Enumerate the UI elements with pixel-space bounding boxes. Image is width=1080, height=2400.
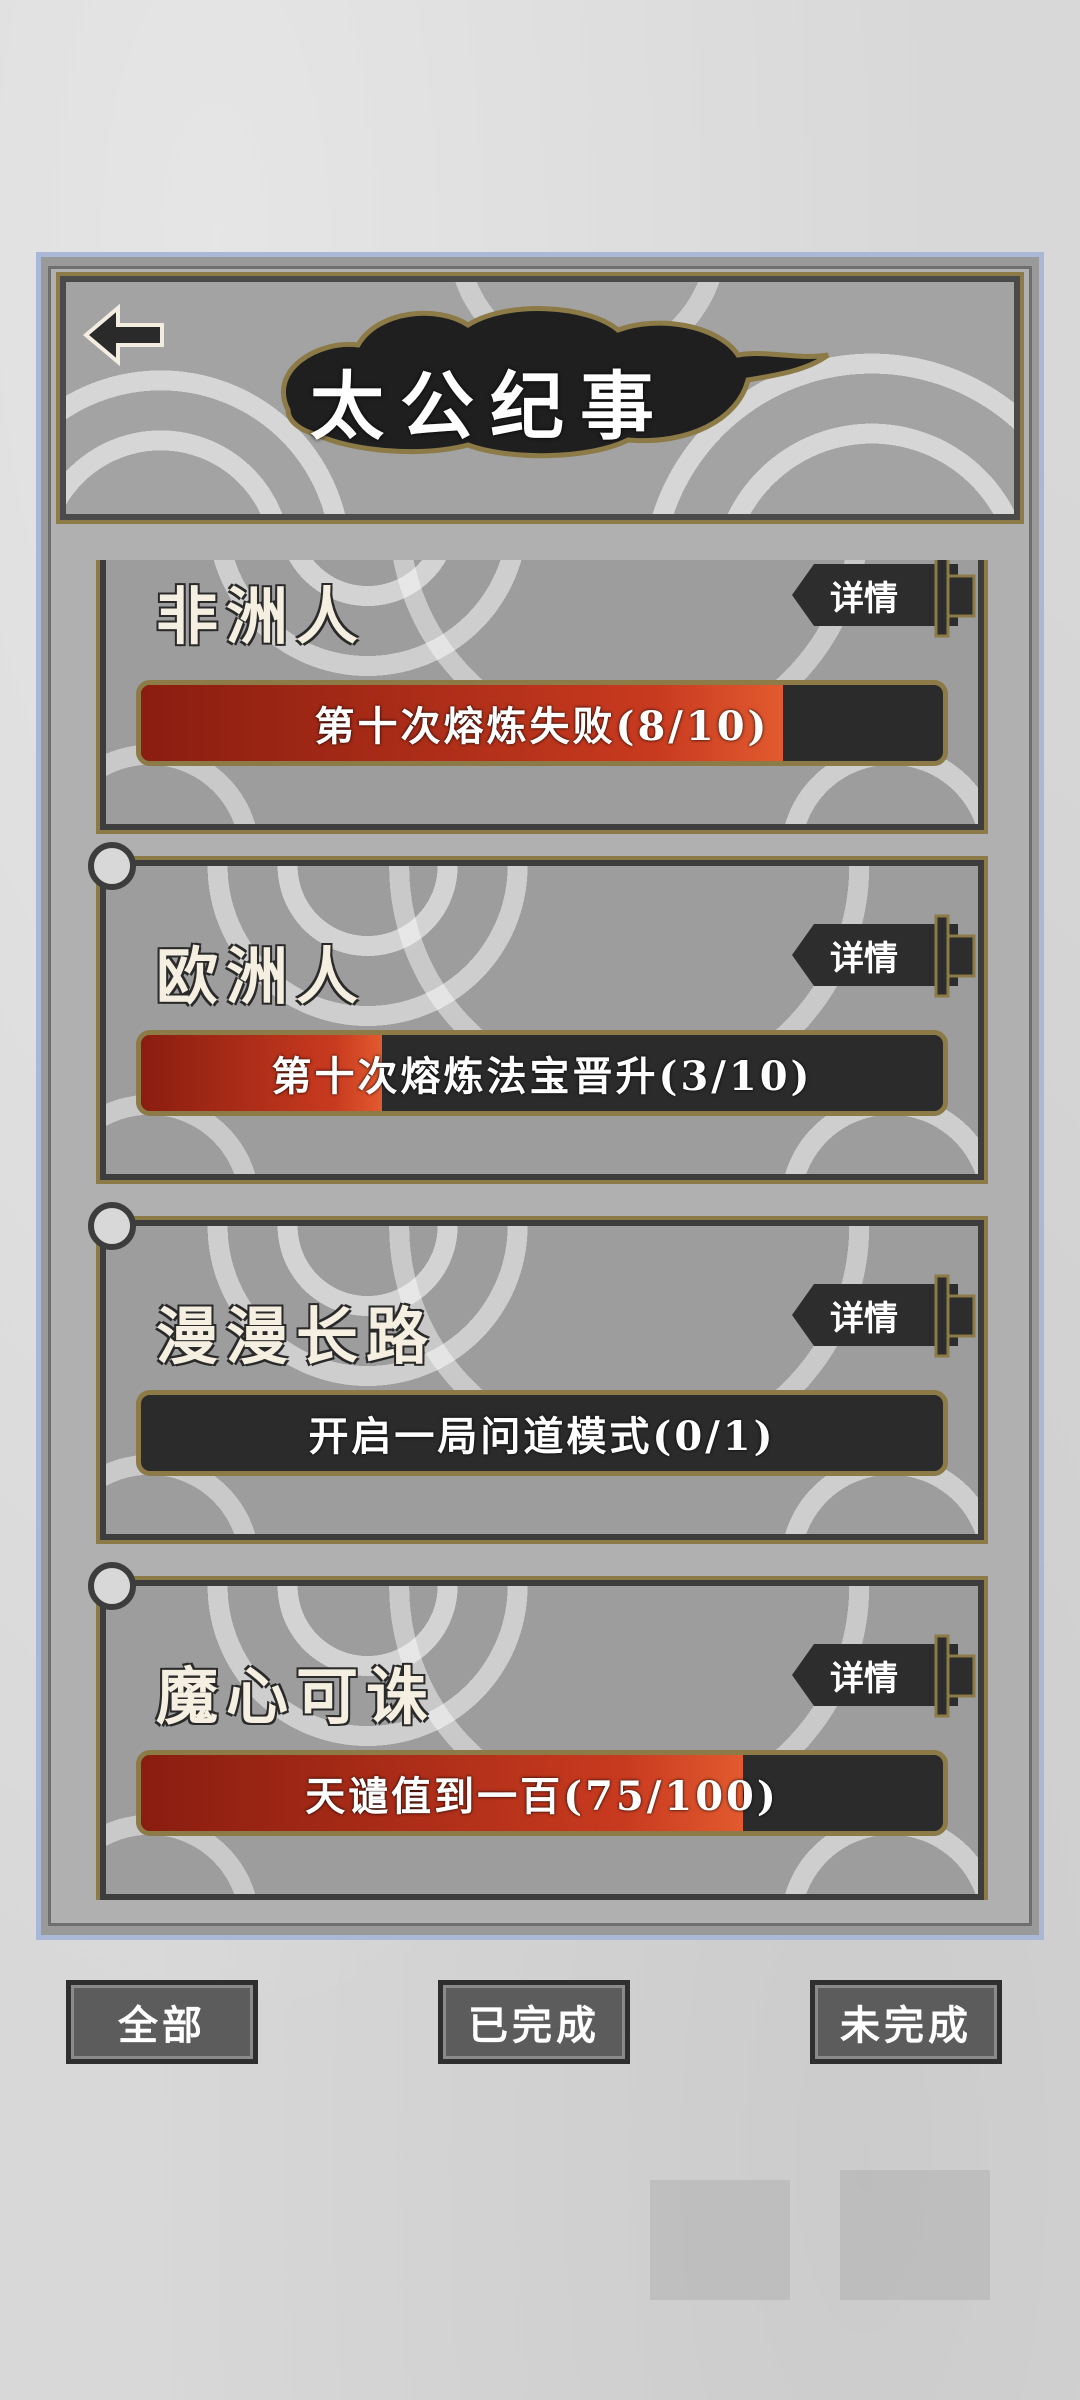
arrow-left-icon: [82, 303, 164, 367]
back-button[interactable]: [78, 300, 168, 370]
detail-label: 详情: [830, 578, 898, 619]
achievement-list[interactable]: 非洲人 详情 第十次熔炼失败(8/10) 欧洲人 详情 第十次熔炼法宝晋升(3/…: [60, 560, 1020, 1900]
detail-label: 详情: [830, 938, 898, 979]
filter-all-button[interactable]: 全部: [66, 1980, 258, 2064]
background-scroll-icon: [650, 2170, 990, 2300]
detail-label: 详情: [830, 1298, 898, 1339]
achievement-card: 欧洲人 详情 第十次熔炼法宝晋升(3/10): [96, 856, 988, 1184]
achievement-card: 魔心可诛 详情 天谴值到一百(75/100): [96, 1576, 988, 1900]
progress-bar: 天谴值到一百(75/100): [136, 1750, 948, 1836]
card-ring-icon: [88, 842, 136, 890]
achievement-title: 非洲人: [156, 580, 367, 653]
filter-completed-button[interactable]: 已完成: [438, 1980, 630, 2064]
progress-text: 第十次熔炼失败(8/10): [314, 703, 770, 750]
card-ring-icon: [88, 1562, 136, 1610]
achievement-card: 非洲人 详情 第十次熔炼失败(8/10): [96, 560, 988, 834]
card-ring-icon: [88, 1202, 136, 1250]
progress-bar: 第十次熔炼法宝晋升(3/10): [136, 1030, 948, 1116]
progress-text: 开启一局问道模式(0/1): [308, 1413, 776, 1460]
achievement-card: 漫漫长路 详情 开启一局问道模式(0/1): [96, 1216, 988, 1544]
progress-bar: 第十次熔炼失败(8/10): [136, 680, 948, 766]
sword-hilt-icon: [934, 1634, 976, 1718]
detail-label: 详情: [830, 1658, 898, 1699]
page-title: 太公纪事: [310, 363, 670, 450]
filter-incomplete-button[interactable]: 未完成: [810, 1980, 1002, 2064]
sword-hilt-icon: [934, 914, 976, 998]
achievement-title: 欧洲人: [156, 940, 367, 1013]
progress-bar: 开启一局问道模式(0/1): [136, 1390, 948, 1476]
sword-hilt-icon: [934, 1274, 976, 1358]
progress-text: 天谴值到一百(75/100): [305, 1773, 779, 1820]
achievement-title: 漫漫长路: [156, 1300, 437, 1373]
progress-text: 第十次熔炼法宝晋升(3/10): [271, 1053, 813, 1100]
achievement-title: 魔心可诛: [156, 1660, 437, 1733]
sword-hilt-icon: [934, 560, 976, 638]
